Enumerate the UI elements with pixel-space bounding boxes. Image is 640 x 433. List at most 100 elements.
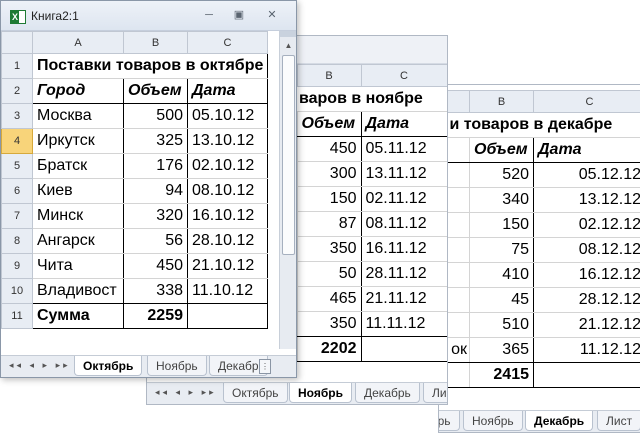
volume-cell[interactable]: 520 (469, 162, 534, 188)
volume-cell[interactable]: 45 (469, 287, 534, 313)
date-cell[interactable]: 02.12.12 (533, 212, 640, 238)
row-header[interactable]: 6 (1, 178, 33, 204)
row-header[interactable]: 5 (1, 153, 33, 179)
window-december[interactable]: B C и товаров в декабре Объем Дата 520 05… (438, 84, 640, 433)
date-cell[interactable]: 05.12.12 (533, 162, 640, 188)
volume-cell[interactable]: 350 (296, 236, 362, 262)
volume-cell[interactable]: 338 (123, 278, 188, 304)
volume-cell[interactable]: 300 (296, 161, 362, 187)
header-volume[interactable]: Объем (123, 78, 188, 104)
header-volume[interactable]: Объем (296, 111, 362, 137)
tab-october[interactable]: Октябрь (74, 356, 143, 376)
volume-cell[interactable]: 150 (296, 186, 362, 212)
column-header-b[interactable]: B (469, 90, 534, 113)
scroll-thumb[interactable] (282, 55, 295, 255)
tab-november[interactable]: Ноябрь (463, 411, 523, 431)
date-cell[interactable]: 13.11.12 (360, 161, 447, 187)
date-cell[interactable]: 13.12.12 (533, 187, 640, 213)
header-date[interactable]: Дата (360, 111, 447, 137)
volume-cell[interactable]: 56 (123, 228, 188, 254)
row-header[interactable]: 8 (1, 228, 33, 254)
date-cell[interactable]: 11.10.12 (187, 278, 268, 304)
column-header-b[interactable]: B (296, 64, 362, 87)
tab-scroll-arrows[interactable]: ◂◂ ◂ ▸ ▸▸ (155, 387, 217, 398)
volume-cell[interactable]: 350 (296, 311, 362, 337)
tab-november[interactable]: Ноябрь (147, 356, 207, 376)
total-cell[interactable]: 2202 (296, 336, 362, 362)
tab-split-handle[interactable]: ⋮ (259, 359, 271, 374)
restore-button[interactable]: ▣ (230, 8, 248, 22)
date-cell[interactable]: 05.10.12 (187, 103, 268, 129)
tab-december[interactable]: Декабрь (355, 383, 420, 403)
city-cell[interactable]: Минск (32, 203, 124, 229)
city-cell[interactable]: Владивост (32, 278, 124, 304)
vertical-scrollbar[interactable]: ▲ (279, 31, 296, 349)
city-cell[interactable]: Иркутск (32, 128, 124, 154)
minimize-button[interactable]: ─ (200, 8, 218, 22)
date-cell[interactable]: 28.12.12 (533, 287, 640, 313)
date-cell[interactable]: 02.10.12 (187, 153, 268, 179)
row-header[interactable]: 11 (1, 303, 33, 329)
header-date[interactable]: Дата (187, 78, 268, 104)
volume-cell[interactable]: 325 (123, 128, 188, 154)
title-bar[interactable]: Книга2:1 ─ ▣ ✕ (1, 1, 296, 31)
date-cell[interactable]: 11.12.12 (533, 337, 640, 363)
column-header-b[interactable]: B (123, 31, 188, 54)
date-cell[interactable]: 13.10.12 (187, 128, 268, 154)
city-cell[interactable]: Киев (32, 178, 124, 204)
tab-november[interactable]: Ноябрь (289, 383, 352, 403)
date-cell[interactable]: 21.12.12 (533, 312, 640, 338)
date-cell[interactable]: 11.11.12 (360, 311, 447, 337)
city-cell[interactable]: Чита (32, 253, 124, 279)
date-cell[interactable]: 21.11.12 (360, 286, 447, 312)
cell[interactable] (533, 362, 640, 388)
date-cell[interactable]: 05.11.12 (360, 136, 447, 162)
header-city[interactable]: Город (32, 78, 124, 104)
row-header[interactable]: 1 (1, 53, 33, 79)
date-cell[interactable]: 21.10.12 (187, 253, 268, 279)
column-header-c[interactable]: C (360, 64, 447, 87)
tab-scroll-arrows[interactable]: ◂◂ ◂ ▸ ▸▸ (9, 360, 71, 371)
date-cell[interactable]: 28.10.12 (187, 228, 268, 254)
cell[interactable] (187, 303, 268, 329)
tab-october[interactable]: Октябрь (439, 411, 460, 431)
row-header[interactable]: 9 (1, 253, 33, 279)
volume-cell[interactable]: 500 (123, 103, 188, 129)
total-label-cell[interactable]: Сумма (32, 303, 124, 329)
tab-october[interactable]: Октябрь (223, 383, 288, 403)
volume-cell[interactable]: 94 (123, 178, 188, 204)
date-cell[interactable]: 02.11.12 (360, 186, 447, 212)
header-volume[interactable]: Объем (469, 137, 534, 163)
close-button[interactable]: ✕ (263, 8, 281, 22)
scroll-up-arrow-icon[interactable]: ▲ (280, 37, 296, 54)
tab-december[interactable]: Декабрь (525, 411, 594, 431)
date-cell[interactable]: 16.12.12 (533, 262, 640, 288)
row-header-selected[interactable]: 4 (1, 128, 33, 154)
date-cell[interactable]: 08.12.12 (533, 237, 640, 263)
volume-cell[interactable]: 87 (296, 211, 362, 237)
volume-cell[interactable]: 340 (469, 187, 534, 213)
sheet-grid-october[interactable]: A B C 1 Поставки товаров в октябре 2 Гор… (1, 31, 296, 349)
row-header[interactable]: 3 (1, 103, 33, 129)
volume-cell[interactable]: 75 (469, 237, 534, 263)
city-cell[interactable]: Ангарск (32, 228, 124, 254)
date-cell[interactable]: 08.10.12 (187, 178, 268, 204)
volume-cell[interactable]: 50 (296, 261, 362, 287)
header-date[interactable]: Дата (533, 137, 640, 163)
date-cell[interactable]: 28.11.12 (360, 261, 447, 287)
column-header-c[interactable]: C (187, 31, 268, 54)
volume-cell[interactable]: 150 (469, 212, 534, 238)
date-cell[interactable]: 08.11.12 (360, 211, 447, 237)
row-header[interactable]: 7 (1, 203, 33, 229)
volume-cell[interactable]: 410 (469, 262, 534, 288)
volume-cell[interactable]: 510 (469, 312, 534, 338)
total-cell[interactable]: 2415 (469, 362, 534, 388)
window-october[interactable]: Книга2:1 ─ ▣ ✕ A B C 1 Поставки товаров … (0, 0, 297, 378)
volume-cell[interactable]: 450 (123, 253, 188, 279)
sheet-title-cell[interactable]: Поставки товаров в октябре (32, 53, 268, 79)
column-header-a[interactable]: A (32, 31, 124, 54)
city-cell[interactable]: Братск (32, 153, 124, 179)
volume-cell[interactable]: 450 (296, 136, 362, 162)
cell[interactable] (360, 336, 447, 362)
volume-cell[interactable]: 320 (123, 203, 188, 229)
